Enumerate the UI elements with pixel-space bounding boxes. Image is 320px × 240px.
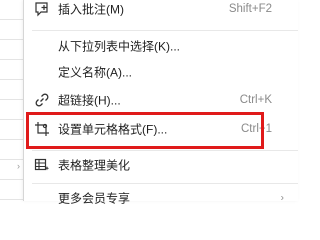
chevron-right-icon: ›: [280, 192, 284, 204]
menu-item-label: 更多会员专享: [58, 191, 131, 206]
menu-divider: [32, 183, 298, 184]
menu-item-label: 超链接(H)...: [58, 93, 121, 108]
menu-item-shortcut: Ctrl+K: [239, 94, 272, 106]
context-menu: 插入批注(M) Shift+F2 从下拉列表中选择(K)... 定义名称(A).…: [23, 0, 298, 206]
menu-item-label: 定义名称(A)...: [58, 65, 132, 80]
annotation-highlight-box: [26, 112, 264, 149]
menu-item-label: 表格整理美化: [58, 158, 131, 173]
hyperlink-icon: [34, 92, 50, 108]
comment-icon: [34, 1, 50, 17]
menu-item-label: 插入批注(M): [58, 2, 124, 17]
menu-item-member-exclusive[interactable]: 更多会员专享 ›: [24, 186, 298, 210]
menu-item-hyperlink[interactable]: 超链接(H)... Ctrl+K: [24, 88, 298, 112]
menu-divider: [32, 30, 298, 31]
row-expand-arrow-icon: ›: [17, 161, 20, 171]
menu-item-select-from-dropdown[interactable]: 从下拉列表中选择(K)...: [24, 34, 298, 58]
menu-item-label: 从下拉列表中选择(K)...: [58, 39, 180, 54]
menu-item-insert-comment[interactable]: 插入批注(M) Shift+F2: [24, 0, 298, 21]
menu-item-define-name[interactable]: 定义名称(A)...: [24, 60, 298, 84]
menu-item-shortcut: Shift+F2: [228, 3, 272, 15]
table-beautify-icon: [34, 157, 50, 173]
menu-divider: [32, 150, 298, 151]
menu-item-table-beautify[interactable]: 表格整理美化: [24, 153, 298, 177]
